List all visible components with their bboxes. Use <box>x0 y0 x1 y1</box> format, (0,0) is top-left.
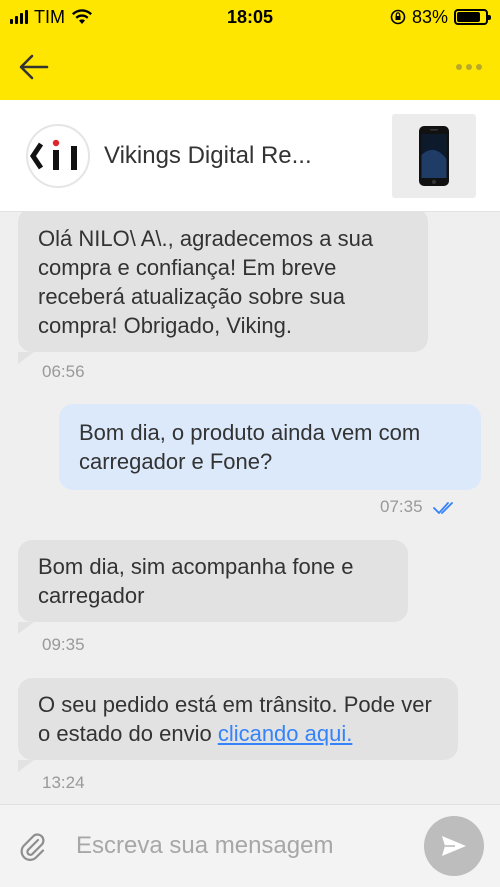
seller-avatar[interactable] <box>26 123 90 188</box>
product-thumbnail[interactable] <box>392 113 476 198</box>
message-time: 07:35 <box>380 497 423 516</box>
status-right: 83% <box>390 6 491 28</box>
message-composer <box>0 804 500 887</box>
paperclip-icon <box>20 833 45 861</box>
app-bar <box>0 34 500 100</box>
status-left: TIM <box>10 7 93 28</box>
more-dots-icon <box>456 64 462 70</box>
message-time: 06:56 <box>42 362 85 381</box>
orientation-lock-icon <box>390 9 406 25</box>
tracking-link[interactable]: clicando aqui. <box>218 721 353 746</box>
message-text: Bom dia, sim acompanha fone e carregador <box>38 554 354 608</box>
send-icon <box>442 836 466 856</box>
smartphone-icon <box>419 125 449 186</box>
message-input[interactable] <box>76 824 416 868</box>
battery-icon <box>454 9 491 25</box>
attach-button[interactable] <box>16 829 50 863</box>
message-bubble-incoming: Olá NILO\ A\., agradecemos a sua compra … <box>18 212 428 364</box>
more-options-button[interactable] <box>454 56 484 78</box>
wifi-icon <box>72 9 92 24</box>
seller-header[interactable]: Vikings Digital Re... <box>0 100 500 212</box>
signal-icon <box>10 10 28 24</box>
message-text: Bom dia, o produto ainda vem com carrega… <box>79 420 421 474</box>
status-bar: TIM 18:05 83% <box>0 0 500 34</box>
battery-percent: 83% <box>411 6 448 27</box>
seller-logo-icon <box>29 139 77 170</box>
battery-level <box>457 12 481 22</box>
message-bubble-incoming: Bom dia, sim acompanha fone e carregador <box>18 540 408 634</box>
back-button[interactable] <box>16 49 52 85</box>
send-button[interactable] <box>424 816 484 876</box>
carrier-label: TIM <box>34 6 65 27</box>
chat-area[interactable]: Olá NILO\ A\., agradecemos a sua compra … <box>0 212 500 804</box>
message-text: Olá NILO\ A\., agradecemos a sua compra … <box>38 226 374 338</box>
message-time: 09:35 <box>42 635 85 654</box>
seller-name[interactable]: Vikings Digital Re... <box>104 142 392 170</box>
message-bubble-outgoing: Bom dia, o produto ainda vem com carrega… <box>59 404 481 490</box>
message-time: 13:24 <box>42 773 85 792</box>
message-bubble-incoming: O seu pedido está em trânsito. Pode ver … <box>18 678 458 772</box>
read-receipt-icon <box>433 502 453 514</box>
arrow-left-icon <box>19 54 49 80</box>
